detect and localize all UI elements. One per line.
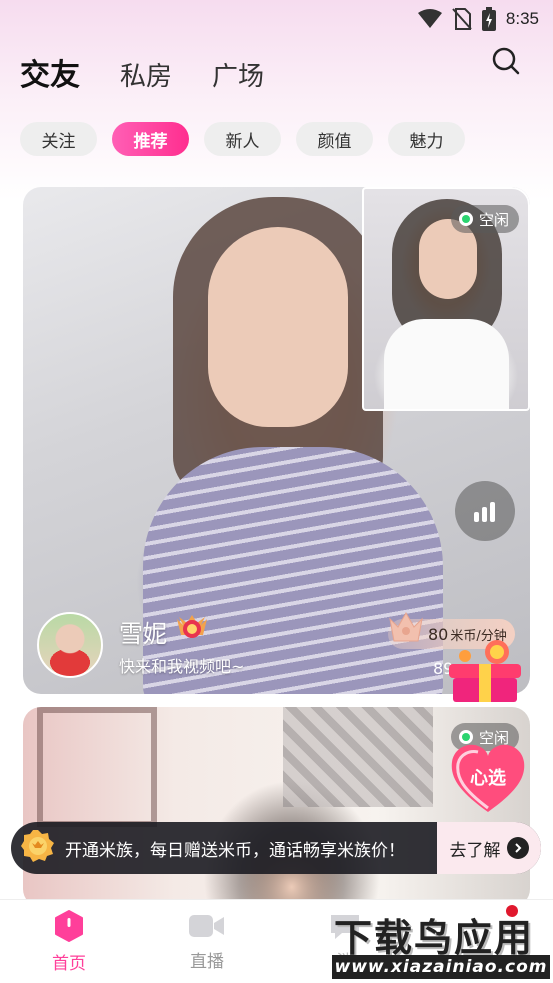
chip-charm[interactable]: 魅力 [388,122,465,156]
user-subtitle: 快来和我视频吧~ [119,657,245,676]
card-user-info: 雪妮 快来和我视频吧~ [37,612,244,678]
heart-badge-icon[interactable]: 心选 [446,738,530,820]
avatar[interactable] [37,612,103,678]
status-text: 空闲 [479,210,510,229]
tab-friends[interactable]: 交友 [20,50,80,94]
filter-chips: 关注 推荐 新人 颜值 魅力 [20,122,465,156]
learn-more-label: 去了解 [449,840,501,861]
chevron-right-icon [506,837,529,859]
promo-banner[interactable]: 开通米族，每日赠送米币，通话畅享米族价！ 去了解 [11,822,541,874]
nav-live[interactable]: 直播 [138,900,276,983]
user-name: 雪妮 [119,619,167,648]
crown-icon [386,609,426,649]
watermark-url: www.xiazainiao.com [332,955,550,979]
tab-private[interactable]: 私房 [120,56,172,93]
promo-text: 开通米族，每日赠送米币，通话畅享米族价！ [65,840,405,861]
tab-square[interactable]: 广场 [212,56,264,93]
search-icon[interactable] [491,46,521,80]
site-watermark: 下载鸟应用 www.xiazainiao.com [330,903,553,983]
vip-badge-icon [21,829,55,867]
audio-bars-icon [474,502,495,522]
learn-more-button[interactable]: 去了解 [437,822,541,874]
battery-charging-icon [481,7,496,31]
chip-follow[interactable]: 关注 [20,122,97,156]
home-icon [55,910,83,942]
voice-button[interactable] [455,481,515,541]
status-time: 8:35 [505,9,539,28]
heart-badge-text: 心选 [470,768,506,789]
status-bar: 8:35 [0,0,553,38]
nav-live-label: 直播 [190,952,224,972]
chip-new[interactable]: 新人 [204,122,281,156]
online-dot-icon [459,212,473,226]
top-tabs: 交友 私房 广场 [20,50,304,94]
rank-medal-icon [175,613,209,649]
nav-home-label: 首页 [52,954,86,974]
no-sim-icon [452,8,472,30]
chip-looks[interactable]: 颜值 [296,122,373,156]
watermark-dot [506,905,518,917]
user-card[interactable]: 空闲 雪妮 快来和我视频吧~ 80 米币/分钟 89 [23,187,530,694]
chip-recommend[interactable]: 推荐 [112,122,189,156]
video-camera-icon [189,915,224,937]
nav-home[interactable]: 首页 [0,900,138,983]
gift-box-icon[interactable] [443,638,527,708]
wifi-icon [417,9,442,29]
status-badge: 空闲 [451,205,520,233]
watermark-title: 下载鸟应用 [334,916,535,960]
